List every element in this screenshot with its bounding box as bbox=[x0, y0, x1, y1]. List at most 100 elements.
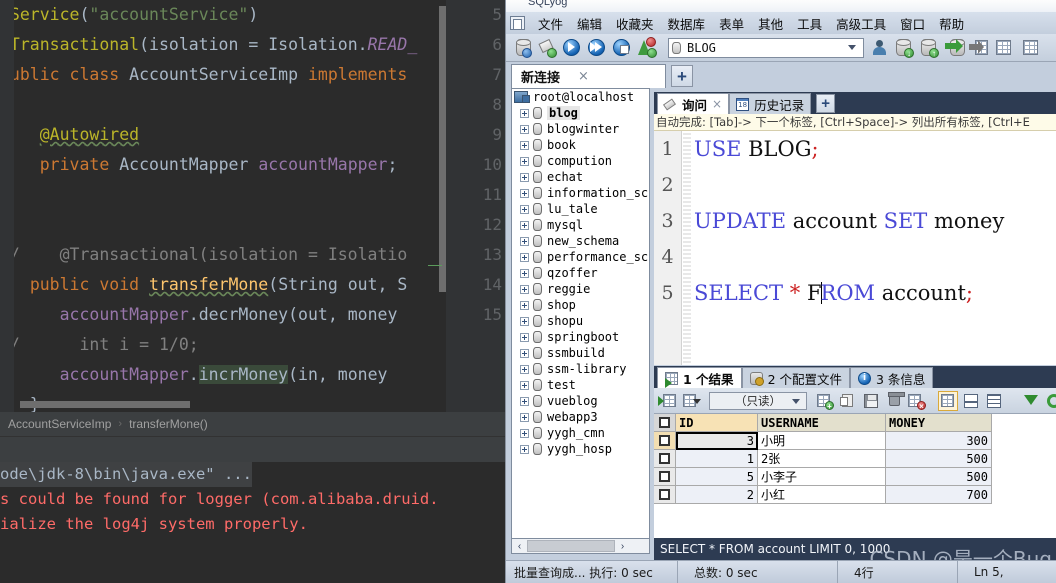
menu-item-数据库[interactable]: 数据库 bbox=[661, 12, 713, 35]
close-icon[interactable]: × bbox=[578, 69, 589, 84]
window-title-bar[interactable]: SQLyog bbox=[506, 0, 1056, 12]
readonly-mode-selector[interactable]: （只读） bbox=[709, 391, 807, 410]
expand-plus-icon[interactable] bbox=[520, 316, 529, 326]
expand-plus-icon[interactable] bbox=[520, 124, 529, 134]
column-header-id[interactable]: ID bbox=[676, 414, 758, 432]
cell-username[interactable]: 2张 bbox=[758, 450, 886, 468]
grid-view-dropdown-icon[interactable] bbox=[681, 391, 701, 411]
menu-item-工具[interactable]: 工具 bbox=[790, 12, 829, 35]
cell-username[interactable]: 小明 bbox=[758, 432, 886, 450]
menu-item-高级工具[interactable]: 高级工具 bbox=[829, 12, 893, 35]
table-row[interactable]: 5 小李子 500 bbox=[654, 468, 1056, 486]
sql-code-line[interactable]: SELECT * FROM account; bbox=[694, 275, 973, 311]
tree-item-lu_tale[interactable]: lu_tale bbox=[512, 201, 649, 217]
expand-plus-icon[interactable] bbox=[520, 220, 529, 230]
tree-item-shop[interactable]: shop bbox=[512, 297, 649, 313]
expand-plus-icon[interactable] bbox=[520, 428, 529, 438]
expand-plus-icon[interactable] bbox=[520, 412, 529, 422]
checkbox-icon[interactable] bbox=[659, 489, 670, 500]
tree-item-information_sc[interactable]: information_sc bbox=[512, 185, 649, 201]
tree-item-blog[interactable]: blog bbox=[512, 105, 649, 121]
query-tab-strip[interactable]: 询问 × 历史记录 + bbox=[654, 92, 1056, 114]
menu-item-编辑[interactable]: 编辑 bbox=[570, 12, 609, 35]
execute-query-icon[interactable] bbox=[561, 37, 582, 58]
scrollbar-thumb[interactable] bbox=[527, 540, 615, 552]
code-editor[interactable]: @Service("accountService") @Transactional… bbox=[0, 0, 510, 412]
row-checkbox-cell[interactable] bbox=[654, 468, 676, 486]
breadcrumb[interactable]: AccountServiceImp › transferMone() bbox=[0, 412, 510, 436]
menu-bar[interactable]: 文件 编辑 收藏夹 数据库 表单 其他 工具 高级工具 窗口 帮助 bbox=[506, 12, 1056, 34]
breadcrumb-class[interactable]: AccountServiceImp bbox=[8, 417, 111, 431]
tab-result[interactable]: 1 个结果 bbox=[657, 367, 742, 388]
schema-designer-icon[interactable] bbox=[1018, 37, 1039, 58]
tree-item-blogwinter[interactable]: blogwinter bbox=[512, 121, 649, 137]
expand-plus-icon[interactable] bbox=[520, 332, 529, 342]
expand-plus-icon[interactable] bbox=[520, 188, 529, 198]
connection-tab-strip[interactable]: 新连接 × + bbox=[506, 62, 1056, 88]
expand-plus-icon[interactable] bbox=[520, 252, 529, 262]
tree-item-new_schema[interactable]: new_schema bbox=[512, 233, 649, 249]
tree-item-yygh_cmn[interactable]: yygh_cmn bbox=[512, 425, 649, 441]
expand-plus-icon[interactable] bbox=[520, 204, 529, 214]
execute-explain-icon[interactable] bbox=[611, 37, 632, 58]
result-tab-strip[interactable]: 1 个结果 2 个配置文件 i 3 条信息 bbox=[654, 366, 1056, 388]
checkbox-icon[interactable] bbox=[659, 417, 670, 428]
expand-plus-icon[interactable] bbox=[520, 140, 529, 150]
result-toolbar[interactable]: （只读） + × bbox=[654, 388, 1056, 414]
cell-username[interactable]: 小李子 bbox=[758, 468, 886, 486]
new-object-icon[interactable] bbox=[536, 37, 557, 58]
column-header-username[interactable]: USERNAME bbox=[758, 414, 886, 432]
tree-item-reggie[interactable]: reggie bbox=[512, 281, 649, 297]
expand-plus-icon[interactable] bbox=[520, 396, 529, 406]
checkbox-icon[interactable] bbox=[659, 471, 670, 482]
sql-editor[interactable]: 1 2 3 4 5 USE BLOG; UPDATE account SET money… bbox=[654, 131, 1056, 365]
object-browser-tree[interactable]: root@localhost blog blogwinter book computi… bbox=[511, 88, 650, 554]
tree-item-echat[interactable]: echat bbox=[512, 169, 649, 185]
chevron-down-icon[interactable] bbox=[792, 398, 800, 404]
duplicate-row-icon[interactable] bbox=[838, 391, 858, 411]
tree-item-test[interactable]: test bbox=[512, 377, 649, 393]
form-tab-icon[interactable] bbox=[961, 391, 981, 411]
chevron-down-icon[interactable] bbox=[848, 44, 856, 50]
editor-horizontal-scrollbar[interactable] bbox=[20, 401, 190, 408]
delete-row-icon[interactable] bbox=[884, 391, 905, 411]
tab-messages[interactable]: i 3 条信息 bbox=[850, 367, 934, 388]
checkbox-icon[interactable] bbox=[659, 435, 670, 446]
table-row[interactable]: 2 小红 700 bbox=[654, 486, 1056, 504]
tab-query[interactable]: 询问 × bbox=[657, 93, 730, 114]
grid-view-icon[interactable] bbox=[658, 391, 678, 411]
cell-money[interactable]: 300 bbox=[886, 432, 992, 450]
grid-tab-icon[interactable] bbox=[938, 390, 958, 411]
connection-tab[interactable]: 新连接 × bbox=[511, 64, 666, 88]
table-data-icon[interactable] bbox=[993, 37, 1014, 58]
tree-item-ssm-library[interactable]: ssm-library bbox=[512, 361, 649, 377]
add-connection-button[interactable]: + bbox=[671, 65, 693, 87]
main-toolbar[interactable]: BLOG ↓ ↑ bbox=[506, 34, 1056, 62]
refresh-icon[interactable] bbox=[1044, 391, 1056, 411]
tree-item-performance_sc[interactable]: performance_sc bbox=[512, 249, 649, 265]
expand-plus-icon[interactable] bbox=[520, 444, 529, 454]
checkbox-icon[interactable] bbox=[659, 453, 670, 464]
expand-plus-icon[interactable] bbox=[520, 300, 529, 310]
cell-id[interactable]: 1 bbox=[676, 450, 758, 468]
database-selector[interactable]: BLOG bbox=[668, 37, 864, 58]
app-system-icon[interactable] bbox=[510, 16, 525, 30]
editor-fold-gutter[interactable] bbox=[0, 0, 14, 412]
cancel-edit-icon[interactable]: × bbox=[907, 391, 927, 411]
tree-item-yygh_hosp[interactable]: yygh_hosp bbox=[512, 441, 649, 457]
expand-plus-icon[interactable] bbox=[520, 156, 529, 166]
sql-code-line[interactable] bbox=[694, 167, 701, 203]
tree-horizontal-scrollbar[interactable]: ‹ › bbox=[511, 538, 650, 554]
tree-item-vueblog[interactable]: vueblog bbox=[512, 393, 649, 409]
expand-plus-icon[interactable] bbox=[520, 236, 529, 246]
scroll-right-icon[interactable]: › bbox=[615, 541, 630, 552]
execute-all-queries-icon[interactable] bbox=[586, 37, 607, 58]
editor-vertical-scrollbar[interactable] bbox=[439, 6, 446, 292]
table-row[interactable]: 3 小明 300 bbox=[654, 432, 1056, 450]
text-tab-icon[interactable] bbox=[984, 391, 1004, 411]
result-data-grid[interactable]: ID USERNAME MONEY 3 小明 300 1 2张 500 5 小李子 500 2 小红… bbox=[654, 414, 1056, 538]
cell-money[interactable]: 700 bbox=[886, 486, 992, 504]
row-checkbox-cell[interactable] bbox=[654, 432, 676, 450]
menu-item-文件[interactable]: 文件 bbox=[531, 12, 570, 35]
tree-root-node[interactable]: root@localhost bbox=[512, 89, 649, 105]
